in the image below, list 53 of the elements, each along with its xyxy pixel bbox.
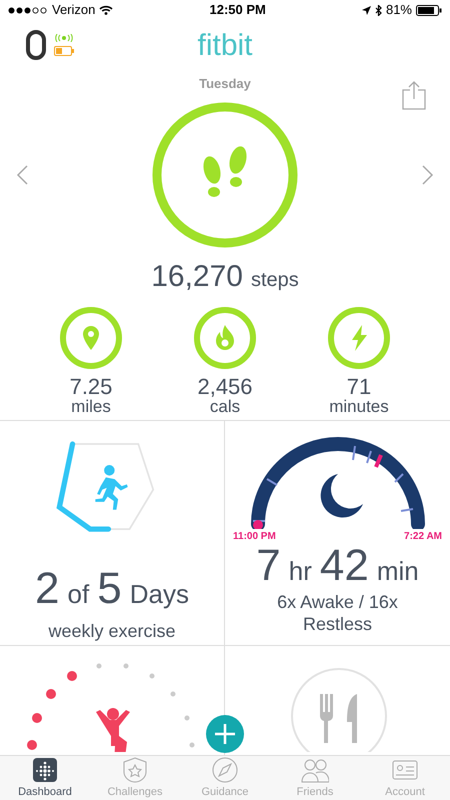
- location-arrow-icon: [362, 6, 371, 14]
- shield-star-icon: [121, 756, 149, 784]
- footprints-icon: [203, 146, 247, 197]
- share-icon[interactable]: [402, 80, 426, 110]
- sleep-hours: 7: [256, 544, 281, 588]
- sleep-minutes: 42: [320, 544, 369, 588]
- battery-percent: 81%: [386, 1, 412, 20]
- sleep-hours-unit: hr: [288, 554, 312, 588]
- active-ring[interactable]: [326, 305, 392, 371]
- sync-signal-icon: [54, 34, 74, 42]
- plus-icon: [214, 723, 236, 745]
- exercise-days-unit: Days: [130, 578, 189, 611]
- steps-count: 16,270: [151, 259, 243, 295]
- exercise-of-label: of: [68, 578, 90, 611]
- tab[interactable]: Challenges: [90, 756, 180, 800]
- tracker-battery-icon: [54, 46, 74, 56]
- tab[interactable]: Guidance: [180, 756, 270, 800]
- wifi-icon: [99, 5, 114, 15]
- exercise-days-goal: 5: [97, 566, 122, 611]
- clock-time: 12:50 PM: [209, 1, 266, 20]
- add-button[interactable]: [206, 715, 244, 753]
- sleep-end-time: 7:22 AM: [404, 530, 442, 544]
- calories-ring[interactable]: [192, 305, 258, 371]
- stat-unit: cals: [210, 398, 240, 416]
- stat-value: 71: [346, 375, 372, 398]
- lightning-bolt-icon: [352, 325, 367, 351]
- bluetooth-icon: [374, 4, 382, 16]
- signal-icon: [8, 6, 48, 14]
- next-day-icon[interactable]: [422, 165, 434, 185]
- sleep-minutes-unit: min: [376, 554, 419, 588]
- compass-icon: [211, 756, 239, 784]
- carrier-name: Verizon: [52, 1, 96, 20]
- fitbit-logo: fitbit: [197, 31, 253, 61]
- exercise-days-done: 2: [35, 566, 60, 611]
- tab[interactable]: Friends: [270, 756, 360, 800]
- stat-unit: miles: [71, 398, 111, 416]
- flame-icon: [216, 325, 234, 350]
- stat-value: 2,456: [197, 375, 253, 398]
- tab[interactable]: Account: [360, 756, 450, 800]
- distance-ring[interactable]: [58, 305, 124, 371]
- sleep-detail: 6x Awake / 16x Restless: [276, 590, 399, 636]
- steps-unit: steps: [250, 268, 299, 293]
- location-pin-icon: [83, 326, 99, 350]
- exercise-caption: weekly exercise: [48, 620, 176, 643]
- tab[interactable]: Dashboard: [0, 756, 90, 800]
- battery-icon: [416, 4, 442, 16]
- day-label: Tuesday: [199, 76, 251, 91]
- sleep-start-time: 11:00 PM: [233, 530, 276, 544]
- steps-ring[interactable]: [150, 100, 300, 250]
- tracker-band-icon: [26, 30, 46, 60]
- previous-day-icon[interactable]: [16, 165, 28, 185]
- stat-unit: minutes: [329, 398, 389, 416]
- stat-value: 7.25: [70, 375, 112, 398]
